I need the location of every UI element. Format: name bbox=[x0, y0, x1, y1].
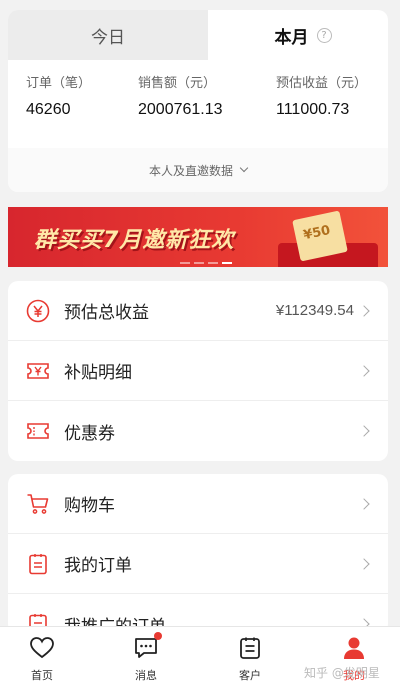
yen-circle-icon bbox=[26, 299, 50, 323]
stat-orders: 订单（笔） 46260 bbox=[26, 72, 91, 119]
menu-label: 我的订单 bbox=[64, 556, 132, 576]
tab-month-label: 本月 bbox=[274, 27, 309, 48]
stats-scope-label: 本人及直邀数据 bbox=[148, 163, 233, 178]
shopping-menu: 购物车 我的订单 我推广的订单 bbox=[8, 474, 388, 634]
pager-dot-active bbox=[222, 262, 232, 264]
menu-item-cart[interactable]: 购物车 bbox=[8, 474, 388, 534]
promo-banner[interactable]: ¥50 群买买7月邀新狂欢 bbox=[8, 207, 388, 267]
stat-orders-label: 订单（笔） bbox=[26, 76, 92, 91]
chevron-down-icon bbox=[239, 163, 249, 173]
nav-home[interactable]: 首页 bbox=[2, 627, 82, 692]
nav-messages[interactable]: 消息 bbox=[106, 627, 186, 692]
chevron-right-icon bbox=[358, 558, 370, 570]
chevron-right-icon bbox=[358, 365, 370, 377]
banner-pager bbox=[180, 262, 232, 264]
stat-earnings-value: 111000.73 bbox=[276, 101, 350, 118]
nav-label: 客户 bbox=[239, 669, 261, 682]
menu-item-subsidy[interactable]: 补贴明细 bbox=[8, 341, 388, 401]
tab-today-label: 今日 bbox=[91, 27, 125, 48]
chevron-right-icon bbox=[358, 425, 370, 437]
stats-card: 今日 本月 ? 订单（笔） 46260 销售额（元） 2000761.13 预估… bbox=[8, 10, 388, 192]
cart-icon bbox=[27, 494, 49, 514]
banner-title: 群买买7月邀新狂欢 bbox=[34, 228, 235, 253]
pager-dot bbox=[180, 262, 190, 264]
menu-item-coupons[interactable]: 优惠券 bbox=[8, 401, 388, 461]
nav-label: 首页 bbox=[31, 669, 53, 682]
heart-icon bbox=[30, 637, 54, 659]
stats-scope-toggle[interactable]: 本人及直邀数据 bbox=[8, 148, 388, 192]
menu-label: 预估总收益 bbox=[64, 303, 149, 323]
nav-me[interactable]: 我的 bbox=[314, 627, 394, 692]
yen-ticket-icon bbox=[27, 363, 49, 379]
pager-dot bbox=[208, 262, 218, 264]
help-icon[interactable]: ? bbox=[316, 27, 332, 43]
ticket-value: ¥50 bbox=[302, 222, 332, 244]
nav-label: 消息 bbox=[135, 669, 157, 682]
tab-month[interactable]: 本月 ? bbox=[218, 10, 388, 60]
period-tabs: 今日 本月 ? bbox=[8, 10, 388, 60]
chevron-right-icon bbox=[358, 305, 370, 317]
menu-label: 购物车 bbox=[64, 496, 115, 516]
earnings-menu: 预估总收益 ¥112349.54 补贴明细 优惠券 bbox=[8, 281, 388, 461]
stat-sales-value: 2000761.13 bbox=[138, 101, 223, 118]
menu-label: 补贴明细 bbox=[64, 363, 132, 383]
stat-earnings-label: 预估收益（元） bbox=[276, 76, 368, 91]
chevron-right-icon bbox=[358, 498, 370, 510]
bottom-nav: 首页 消息 客户 我的 bbox=[0, 626, 400, 692]
pager-dot bbox=[194, 262, 204, 264]
tab-today[interactable]: 今日 bbox=[8, 10, 208, 60]
menu-item-my-orders[interactable]: 我的订单 bbox=[8, 534, 388, 594]
watermark-text: 知乎 @发明星 bbox=[304, 666, 380, 680]
nav-customers[interactable]: 客户 bbox=[210, 627, 290, 692]
user-icon bbox=[344, 637, 364, 659]
stat-sales-label: 销售额（元） bbox=[138, 76, 217, 91]
menu-label: 优惠券 bbox=[64, 423, 115, 444]
total-earnings-value: ¥112349.54 bbox=[275, 302, 354, 319]
stat-orders-value: 46260 bbox=[26, 101, 71, 118]
menu-item-total-earnings[interactable]: 预估总收益 ¥112349.54 bbox=[8, 281, 388, 341]
unread-badge bbox=[154, 632, 162, 640]
stat-earnings: 预估收益（元） 111000.73 bbox=[276, 72, 367, 119]
coupon-icon bbox=[27, 423, 49, 439]
stat-sales: 销售额（元） 2000761.13 bbox=[138, 72, 223, 119]
customer-icon bbox=[240, 637, 260, 659]
order-icon bbox=[29, 554, 47, 575]
